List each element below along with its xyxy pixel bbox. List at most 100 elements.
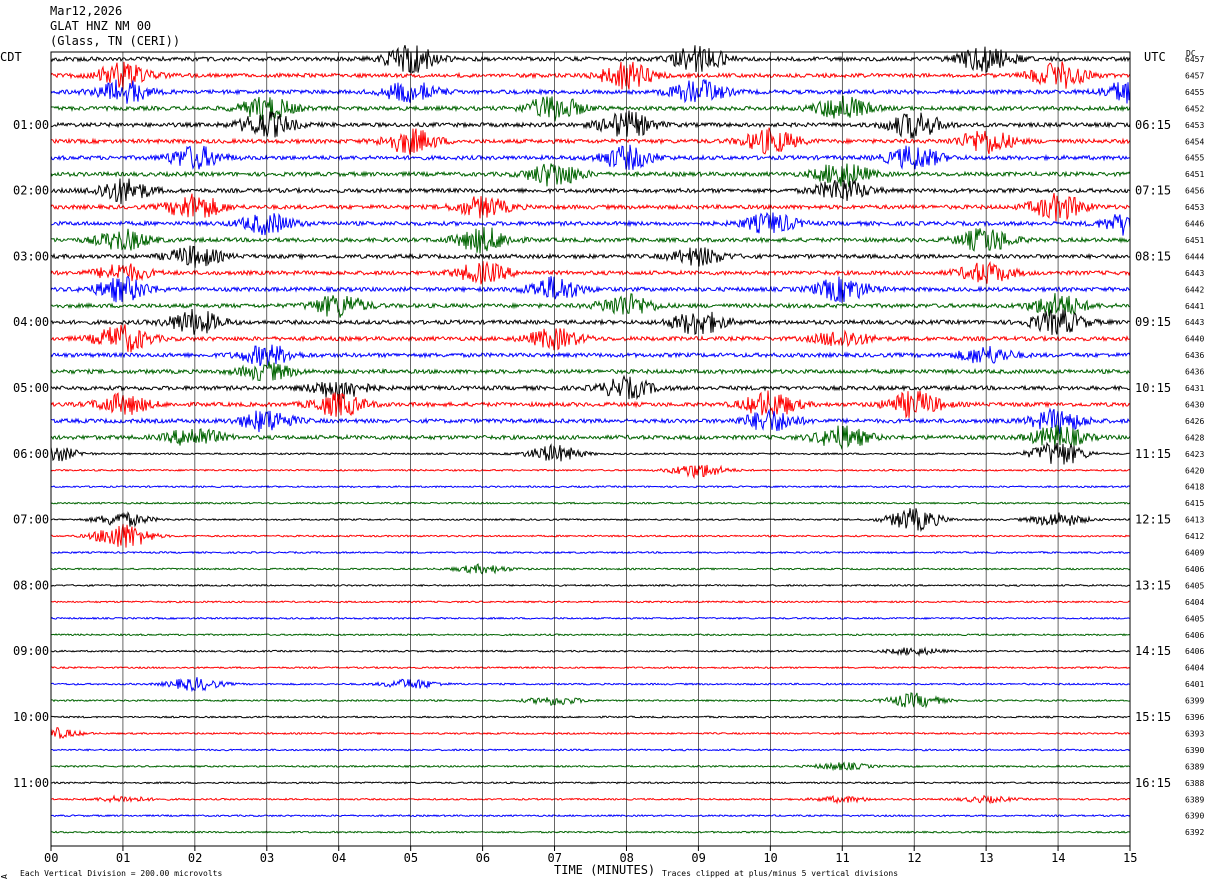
left-hour-label: 03:00 <box>13 249 49 263</box>
x-tick-label: 03 <box>260 851 274 865</box>
dc-offset-label: 6413 <box>1185 516 1204 525</box>
seismic-trace <box>50 665 1131 670</box>
seismic-trace <box>50 677 1131 693</box>
right-hour-label: 15:15 <box>1135 710 1171 724</box>
seismic-trace <box>50 646 1131 657</box>
seismic-trace <box>50 715 1131 719</box>
dc-offset-label: 6404 <box>1185 664 1204 673</box>
dc-offset-label: 6436 <box>1185 351 1204 360</box>
seismic-trace <box>50 361 1131 382</box>
seismic-trace <box>50 727 1131 739</box>
dc-offset-label: 6390 <box>1185 812 1204 821</box>
seismic-trace <box>50 508 1131 533</box>
right-hour-label: 12:15 <box>1135 513 1171 527</box>
dc-offset-label: 6428 <box>1185 433 1204 442</box>
left-hour-label: 08:00 <box>13 578 49 592</box>
seismic-trace <box>50 61 1131 90</box>
right-hour-label: 08:15 <box>1135 249 1171 263</box>
dc-offset-label: 6396 <box>1185 713 1204 722</box>
seismic-trace <box>50 633 1131 637</box>
right-hour-label: 16:15 <box>1135 776 1171 790</box>
dc-offset-label: 6426 <box>1185 417 1204 426</box>
dc-offset-label: 6444 <box>1185 252 1204 261</box>
dc-offset-label: 6453 <box>1185 121 1204 130</box>
dc-offset-label: 6406 <box>1185 565 1204 574</box>
header-location: (Glass, TN (CERI)) <box>50 34 180 48</box>
seismic-trace <box>50 78 1131 104</box>
dc-offset-label: 6420 <box>1185 466 1204 475</box>
dc-offset-label: 6393 <box>1185 729 1204 738</box>
left-zone-label: CDT <box>0 50 22 64</box>
seismic-trace <box>50 781 1131 785</box>
seismic-trace <box>50 193 1131 222</box>
x-tick-label: 06 <box>476 851 490 865</box>
right-hour-label: 07:15 <box>1135 184 1171 198</box>
seismic-trace <box>50 260 1131 285</box>
plot-frame <box>50 51 1131 847</box>
x-tick-label: 14 <box>1051 851 1065 865</box>
right-hour-label: 13:15 <box>1135 578 1171 592</box>
right-zone-label: UTC <box>1144 50 1166 64</box>
corner-mark: A <box>0 874 9 879</box>
left-hour-label: 02:00 <box>13 184 49 198</box>
dc-offset-label: 6451 <box>1185 236 1204 245</box>
x-tick-label: 01 <box>116 851 130 865</box>
left-hour-label: 05:00 <box>13 381 49 395</box>
x-tick-label: 12 <box>907 851 921 865</box>
seismic-trace <box>50 583 1131 588</box>
x-tick-label: 13 <box>979 851 993 865</box>
x-tick-label: 15 <box>1123 851 1137 865</box>
left-hour-label: 01:00 <box>13 118 49 132</box>
seismic-trace <box>50 501 1131 505</box>
dc-offset-label: 6431 <box>1185 384 1204 393</box>
dc-offset-label: 6451 <box>1185 170 1204 179</box>
dc-offset-label: 6442 <box>1185 285 1204 294</box>
seismic-trace <box>50 110 1131 139</box>
x-tick-label: 00 <box>44 851 58 865</box>
dc-offset-label: 6392 <box>1185 828 1204 837</box>
seismic-trace <box>51 748 1131 752</box>
seismic-trace <box>50 600 1131 604</box>
dc-offset-label: 6418 <box>1185 483 1204 492</box>
seismic-trace <box>50 163 1131 188</box>
dc-offset-label: 6430 <box>1185 400 1204 409</box>
dc-offset-label: 6446 <box>1185 220 1204 229</box>
left-hour-label: 04:00 <box>13 315 49 329</box>
trace-group <box>50 45 1131 834</box>
seismic-trace <box>50 464 1131 480</box>
x-tick-label: 04 <box>332 851 346 865</box>
header-station: GLAT HNZ NM 00 <box>50 19 151 33</box>
x-tick-label: 02 <box>188 851 202 865</box>
dc-offset-label: 6441 <box>1185 302 1204 311</box>
seismic-trace <box>50 344 1131 367</box>
seismic-trace <box>50 761 1131 772</box>
seismic-trace <box>50 794 1131 805</box>
dc-offset-label: 6412 <box>1185 532 1204 541</box>
dc-offset-label: 6415 <box>1185 499 1204 508</box>
seismic-trace <box>50 324 1131 353</box>
left-hour-label: 09:00 <box>13 644 49 658</box>
seismic-trace <box>50 390 1131 419</box>
dc-offset-label: 6390 <box>1185 746 1204 755</box>
right-hour-label: 09:15 <box>1135 315 1171 329</box>
dc-offset-label: 6399 <box>1185 697 1204 706</box>
helicorder-plot: Mar12,2026 GLAT HNZ NM 00 (Glass, TN (CE… <box>0 4 1204 879</box>
dc-offset-label: 6405 <box>1185 581 1204 590</box>
dc-offset-label: 6457 <box>1185 55 1204 64</box>
dc-offset-label: 6405 <box>1185 614 1204 623</box>
seismic-trace <box>51 563 1131 575</box>
dc-offset-label: 6453 <box>1185 203 1204 212</box>
x-tick-label: 09 <box>691 851 705 865</box>
dc-offset-label: 6406 <box>1185 631 1204 640</box>
x-tick-label: 10 <box>763 851 777 865</box>
seismic-trace <box>51 245 1131 268</box>
dc-offset-labels: 6457 6457 6455 6452 6453 6454 6455 6451 6456 6453… <box>1185 55 1204 837</box>
dc-offset-label: 6455 <box>1185 154 1204 163</box>
seismic-trace <box>50 308 1131 335</box>
dc-offset-label: 6389 <box>1185 795 1204 804</box>
dc-offset-label: 6454 <box>1185 137 1204 146</box>
left-hour-labels: 01:00 02:00 03:00 04:00 05:00 06:00 07:00 08:00… <box>13 118 49 790</box>
dc-offset-label: 6389 <box>1185 762 1204 771</box>
seismic-trace <box>50 692 1131 709</box>
right-hour-label: 11:15 <box>1135 447 1171 461</box>
